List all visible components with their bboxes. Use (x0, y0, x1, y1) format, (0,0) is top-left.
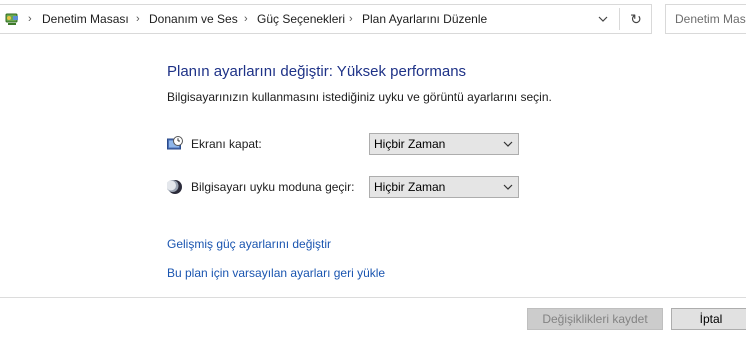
page-title: Planın ayarlarını değiştir: Yüksek perfo… (167, 63, 467, 80)
chevron-right-icon: › (28, 13, 32, 25)
chevron-down-icon (503, 184, 513, 190)
sleep-select[interactable]: Hiçbir Zaman (369, 176, 519, 198)
breadcrumb-control-panel[interactable]: Denetim Masası (42, 5, 129, 33)
breadcrumb-edit-plan[interactable]: Plan Ayarlarını Düzenle (362, 5, 487, 33)
restore-defaults-link[interactable]: Bu plan için varsayılan ayarları geri yü… (167, 266, 385, 280)
address-history-dropdown[interactable] (592, 5, 614, 33)
chevron-right-icon: › (244, 13, 248, 25)
refresh-icon[interactable]: ↻ (624, 5, 648, 33)
moon-icon (167, 180, 182, 194)
save-changes-button[interactable]: Değişiklikleri kaydet (527, 308, 663, 330)
monitor-clock-icon (167, 136, 183, 150)
display-off-select[interactable]: Hiçbir Zaman (369, 133, 519, 155)
sleep-label: Bilgisayarı uyku moduna geçir: (191, 180, 355, 194)
chevron-down-icon (598, 16, 608, 22)
chevron-right-icon: › (349, 13, 353, 25)
address-bar[interactable]: › Denetim Masası › Donanım ve Ses › Güç … (0, 4, 652, 34)
search-input[interactable]: Denetim Masası (665, 4, 746, 34)
breadcrumb-hardware-sound[interactable]: Donanım ve Ses (149, 5, 238, 33)
display-off-label: Ekranı kapat: (191, 137, 262, 151)
footer-divider (0, 297, 746, 298)
control-panel-icon (5, 13, 18, 25)
sleep-value: Hiçbir Zaman (374, 180, 446, 194)
chevron-down-icon (503, 141, 513, 147)
breadcrumb-power-options[interactable]: Güç Seçenekleri (257, 5, 345, 33)
cancel-button[interactable]: İptal (671, 308, 746, 330)
advanced-settings-link[interactable]: Gelişmiş güç ayarlarını değiştir (167, 237, 331, 251)
page-subtitle: Bilgisayarınızın kullanmasını istediğini… (167, 90, 552, 104)
address-divider (619, 8, 620, 30)
display-off-value: Hiçbir Zaman (374, 137, 446, 151)
chevron-right-icon: › (136, 13, 140, 25)
